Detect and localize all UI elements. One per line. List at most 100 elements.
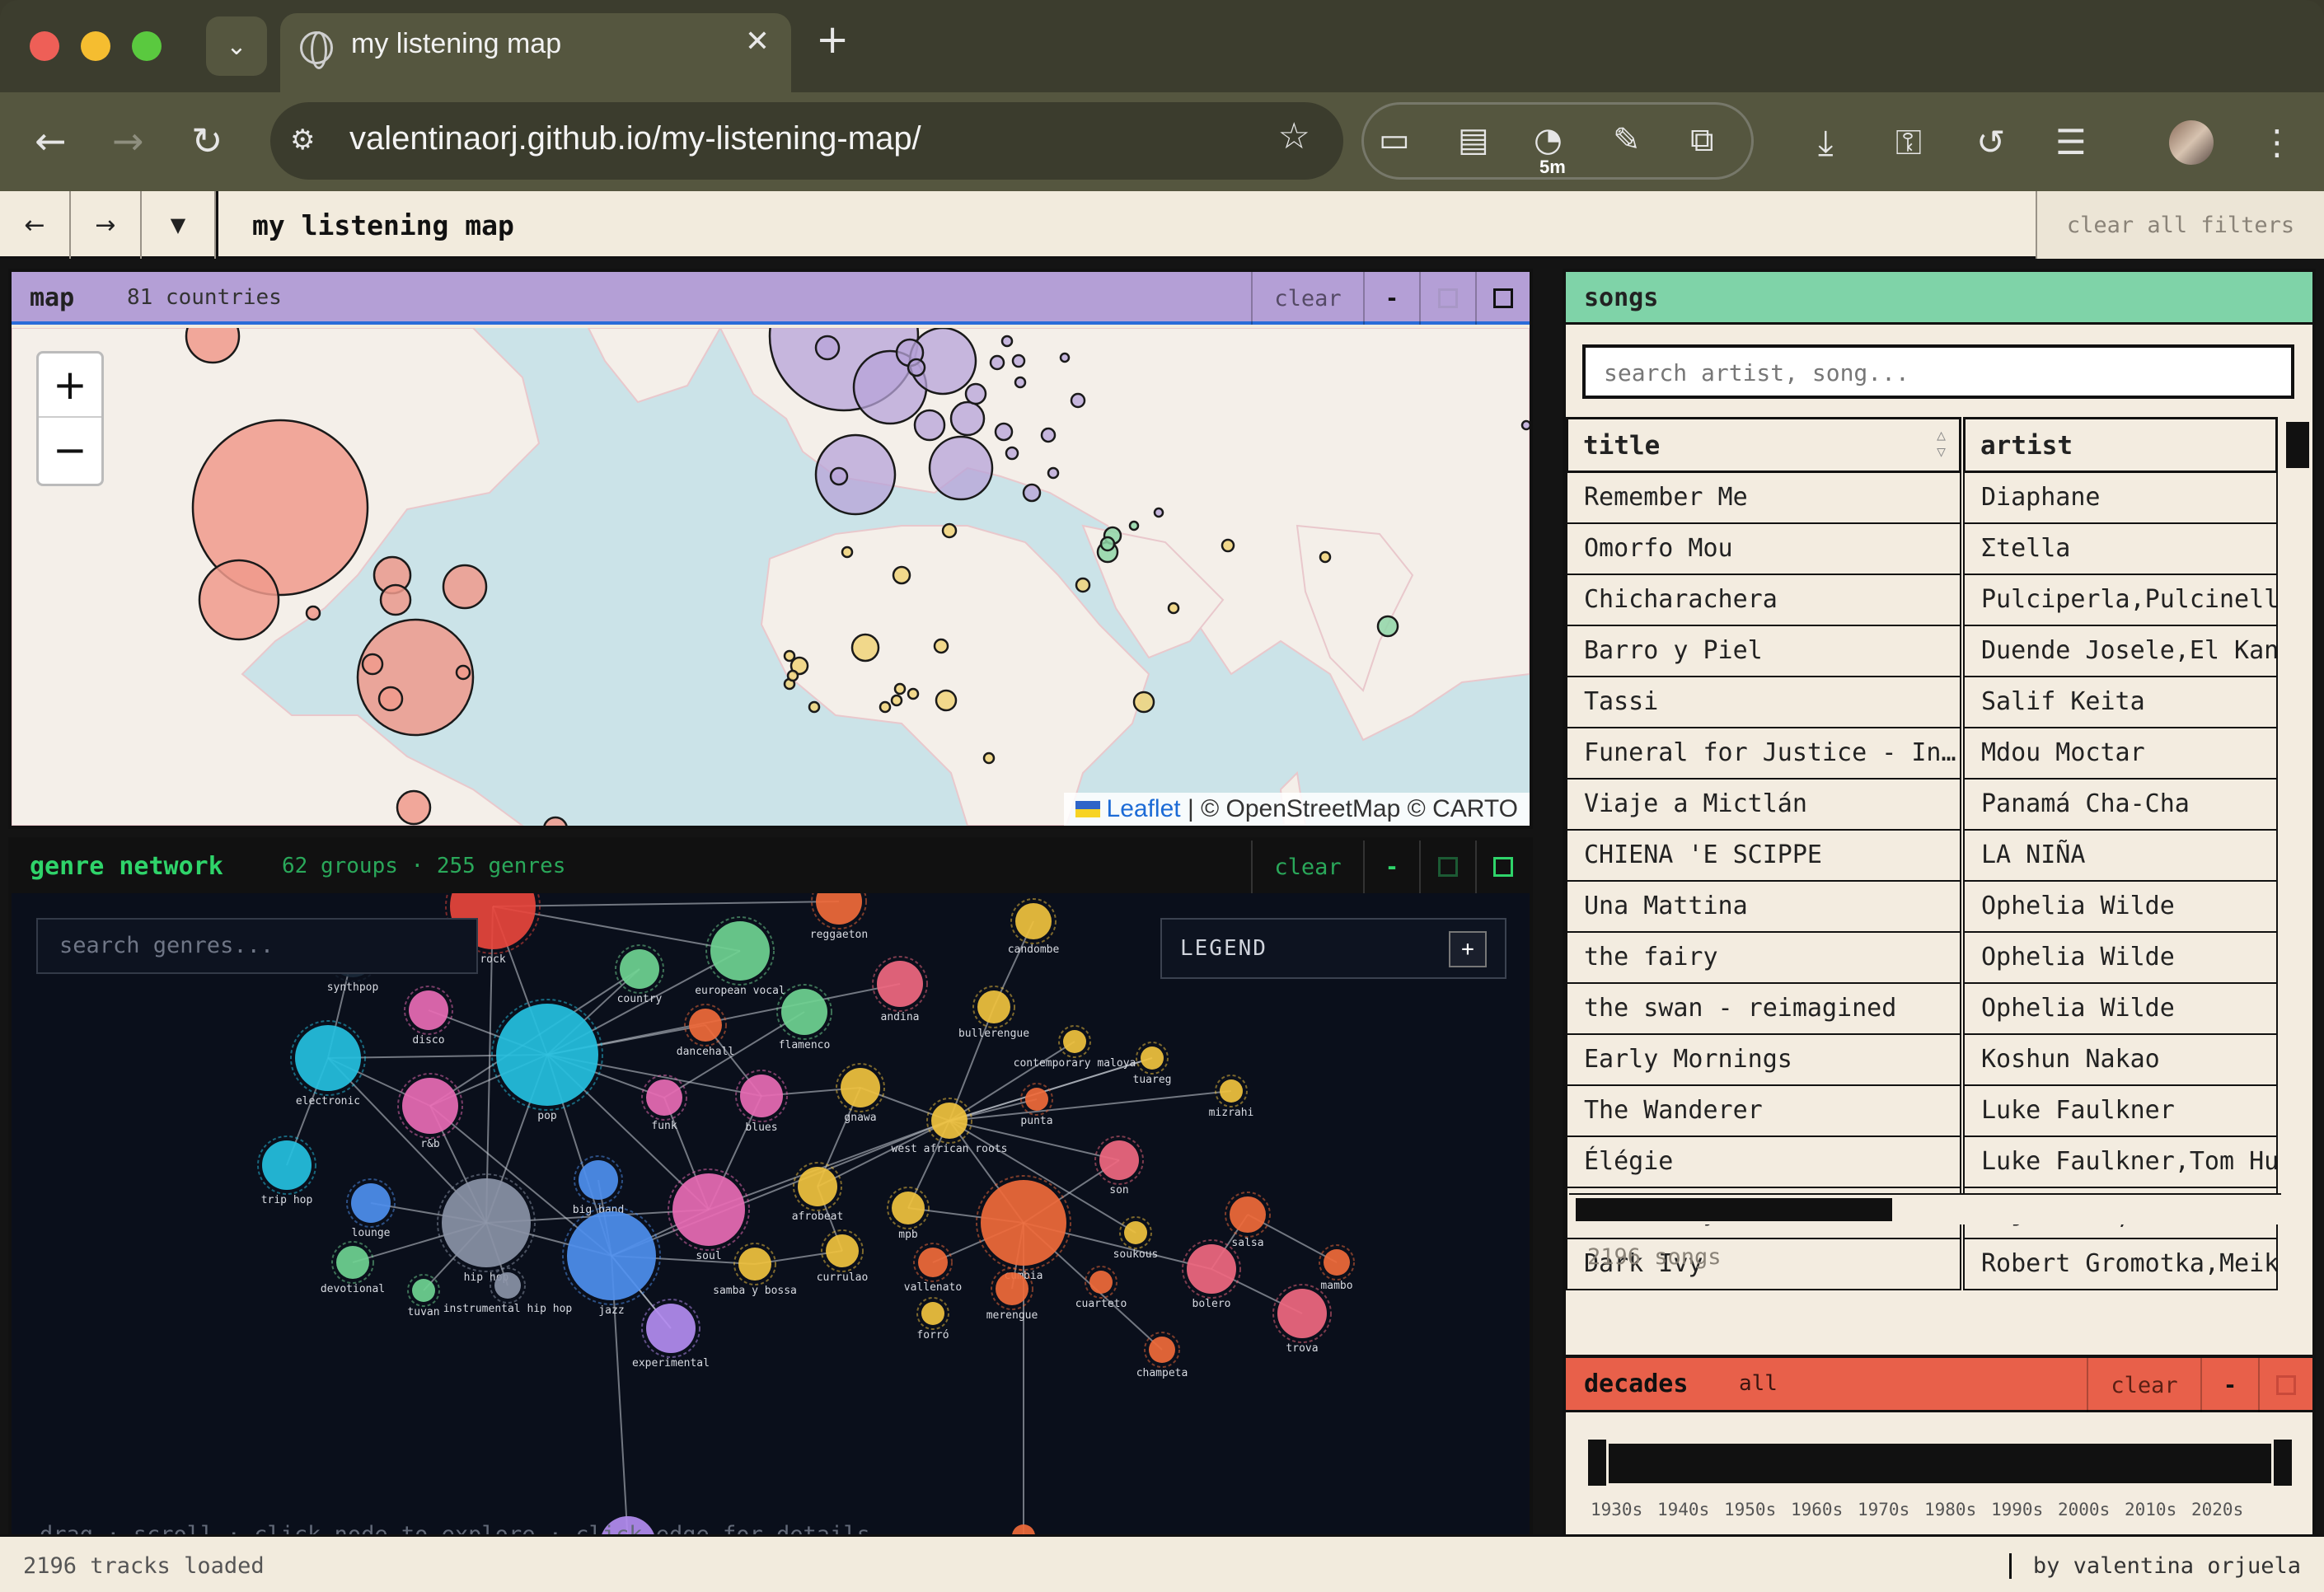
genre-node-circle[interactable] <box>740 1075 783 1117</box>
close-window-button[interactable] <box>30 31 59 61</box>
genre-node-circle[interactable] <box>981 1180 1066 1266</box>
table-row[interactable]: Barro y Piel Duende Josele,El Kank <box>1566 626 2278 677</box>
genre-node[interactable]: disco <box>404 986 453 1047</box>
genre-node[interactable]: experimental <box>632 1299 710 1370</box>
bubble-iran[interactable] <box>1221 538 1235 553</box>
bubble-nigeria[interactable] <box>935 689 958 712</box>
genre-node-circle[interactable] <box>738 1248 771 1281</box>
bubble-burkina[interactable] <box>893 682 907 695</box>
map-svg[interactable] <box>12 328 1530 826</box>
genre-node[interactable]: forró <box>916 1297 949 1341</box>
timer-extension-icon[interactable]: ◔ <box>1534 121 1563 159</box>
genre-node-circle[interactable] <box>336 1246 369 1279</box>
genre-node[interactable]: country <box>615 944 664 1005</box>
genre-node[interactable]: blues <box>735 1070 788 1134</box>
genre-node-circle[interactable] <box>918 1248 948 1277</box>
song-artist-cell[interactable]: Pulciperla,Pulcinella <box>1963 575 2278 626</box>
bubble-brazil[interactable] <box>543 816 568 826</box>
genre-node[interactable]: salsa <box>1225 1192 1271 1249</box>
song-title-cell[interactable]: Funeral for Justice - In… <box>1566 728 1961 780</box>
site-settings-icon[interactable]: ⚙ <box>290 124 315 157</box>
song-artist-cell[interactable]: Robert Gromotka,Meike <box>1963 1239 2278 1290</box>
genre-node-circle[interactable] <box>1015 903 1052 939</box>
bubble-india[interactable] <box>1376 615 1399 638</box>
bubble-hungary[interactable] <box>994 422 1014 442</box>
genre-node-circle[interactable] <box>1063 1030 1086 1053</box>
column-header-artist[interactable]: artist <box>1963 417 2278 473</box>
genre-node[interactable]: bolero <box>1182 1239 1241 1310</box>
bubble-italy[interactable] <box>928 435 994 501</box>
genre-node-circle[interactable] <box>402 1078 458 1134</box>
song-title-cell[interactable]: Viaje a Mictlán <box>1566 780 1961 831</box>
songs-horizontal-scrollbar[interactable] <box>1569 1193 2281 1224</box>
bubble-ivory-coast[interactable] <box>890 694 903 707</box>
song-artist-cell[interactable]: Ophelia Wilde <box>1963 984 2278 1035</box>
zoom-out-button[interactable]: − <box>39 418 101 482</box>
genre-node[interactable]: r&b <box>397 1073 463 1150</box>
genre-node[interactable]: candombe <box>1008 898 1060 956</box>
map-clear-button[interactable]: clear <box>1251 272 1363 325</box>
bubble-puerto-rico[interactable] <box>442 564 488 610</box>
genre-network-canvas[interactable]: rock synthpop disco country european vocal re… <box>12 893 1530 1569</box>
minimize-window-button[interactable] <box>81 31 110 61</box>
bubble-ghana[interactable] <box>879 700 892 714</box>
genre-node[interactable]: funk <box>641 1075 687 1132</box>
bubble-ukraine[interactable] <box>1070 392 1086 409</box>
table-row[interactable]: Remember Me Diaphane <box>1566 473 2278 524</box>
bubble-ecuador[interactable] <box>377 686 404 712</box>
bubble-tunisia[interactable] <box>941 522 958 539</box>
table-row[interactable]: Tassi Salif Keita <box>1566 677 2278 728</box>
bubble-bulgaria[interactable] <box>1047 466 1060 480</box>
song-artist-cell[interactable]: Luke Faulkner <box>1963 1086 2278 1137</box>
genre-node-circle[interactable] <box>977 990 1010 1023</box>
decade-range-start-handle[interactable] <box>1586 1437 1609 1488</box>
table-row[interactable]: Omorfo Mou Σtella <box>1566 524 2278 575</box>
genre-node-circle[interactable] <box>409 990 448 1030</box>
column-header-title[interactable]: title △ ▽ <box>1566 417 1961 473</box>
genre-node[interactable]: gnawa <box>836 1063 885 1124</box>
genre-node[interactable]: cuarteto <box>1075 1266 1127 1310</box>
bubble-ireland[interactable] <box>814 335 841 361</box>
song-title-cell[interactable]: Una Mattina <box>1566 882 1961 933</box>
bubble-czech[interactable] <box>964 382 987 405</box>
genre-node[interactable]: champeta <box>1136 1332 1188 1379</box>
url-text[interactable]: valentinaorj.github.io/my-listening-map/ <box>349 120 921 157</box>
genre-node-circle[interactable] <box>931 1103 968 1139</box>
bubble-latvia[interactable] <box>1059 352 1071 363</box>
legend-box[interactable]: LEGEND + <box>1160 918 1506 979</box>
genre-node-circle[interactable] <box>496 1004 598 1106</box>
genre-node[interactable]: flamenco <box>776 984 832 1051</box>
bubble-benin[interactable] <box>907 687 920 700</box>
song-artist-cell[interactable]: LA NIÑA <box>1963 831 2278 882</box>
bubble-spain[interactable] <box>814 433 897 516</box>
song-title-cell[interactable]: CHIENA 'E SCIPPE <box>1566 831 1961 882</box>
picture-in-picture-icon[interactable]: ▭ <box>1379 121 1410 159</box>
genre-edge[interactable] <box>949 1006 995 1121</box>
back-button[interactable]: ← <box>35 119 67 163</box>
genre-node-circle[interactable] <box>1025 1088 1048 1111</box>
bubble-serbia[interactable] <box>1005 446 1019 461</box>
genre-node-circle[interactable] <box>1124 1221 1147 1244</box>
table-row[interactable]: the fairy Ophelia Wilde <box>1566 933 2278 984</box>
genre-restore-button[interactable] <box>1419 840 1475 893</box>
history-icon[interactable]: ↺ <box>1976 122 2005 162</box>
genre-node-circle[interactable] <box>1230 1196 1266 1233</box>
genre-node-circle[interactable] <box>567 1211 656 1300</box>
map-restore-button[interactable] <box>1419 272 1475 325</box>
reader-mode-icon[interactable]: ▤ <box>1458 121 1489 159</box>
bubble-estonia[interactable] <box>1014 376 1027 389</box>
genre-node[interactable]: vallenato <box>904 1243 962 1294</box>
bubble-cape-verde[interactable] <box>783 649 796 663</box>
genre-node-circle[interactable] <box>921 1302 944 1325</box>
bubble-portugal[interactable] <box>829 466 849 486</box>
bubble-switzerland[interactable] <box>913 409 946 442</box>
table-row[interactable]: CHIENA 'E SCIPPE LA NIÑA <box>1566 831 2278 882</box>
map-canvas[interactable]: + − Leaflet | © OpenStreetMap © CARTO <box>12 328 1530 826</box>
decade-range-end-handle[interactable] <box>2271 1437 2294 1488</box>
song-title-cell[interactable]: Chicharachera <box>1566 575 1961 626</box>
genre-node[interactable]: european vocal <box>695 916 785 997</box>
genre-node-circle[interactable] <box>579 1160 618 1200</box>
bubble-sierra-leone[interactable] <box>808 700 821 714</box>
map-minimize-button[interactable]: - <box>1363 272 1419 325</box>
bubble-poland[interactable] <box>989 354 1005 371</box>
